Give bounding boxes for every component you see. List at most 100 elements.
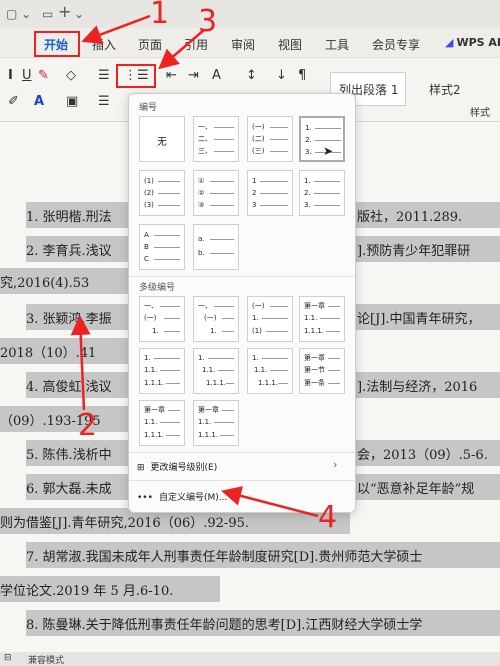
bullet-list-icon[interactable]: ☰ <box>98 68 110 83</box>
multilevel-paren[interactable]: (一) 1. (1) <box>247 296 293 342</box>
cell-line <box>160 370 180 371</box>
indent-increase-icon[interactable]: ⇥ <box>188 68 199 83</box>
doc-tail-6: ].法制与经济，2016 <box>357 380 478 395</box>
annotation-box-home <box>34 31 80 57</box>
cell-line <box>210 239 234 240</box>
divider <box>129 276 355 277</box>
cell-row: 第一章 <box>198 406 219 414</box>
numbering-arabic-dot[interactable]: 1. 2. 3. ➤ <box>299 116 345 162</box>
cell-row: 三、 <box>198 147 212 155</box>
numbering-upper-alpha[interactable]: A B C <box>139 224 185 270</box>
cell-row: 第一节 <box>304 366 325 374</box>
char-shading-icon[interactable]: ▣ <box>66 94 78 109</box>
tab-review[interactable]: 审阅 <box>231 36 255 53</box>
numbering-arabic-plain[interactable]: 1 2 3 <box>247 170 293 216</box>
multilevel-chapter-decimal[interactable]: 第一章 1.1. 1.1.1. <box>139 400 185 446</box>
cell-line <box>262 318 288 319</box>
cell-line <box>158 193 180 194</box>
style-2-label: 样式2 <box>429 82 461 97</box>
custom-numbering-label: 自定义编号(M)... <box>158 493 228 503</box>
indent-decrease-icon[interactable]: ⇤ <box>166 68 177 83</box>
cell-row: (一) <box>204 314 217 322</box>
numbering-arabic-comma[interactable]: 1. 2. 3. <box>299 170 345 216</box>
cell-line <box>154 247 180 248</box>
cell-row: 第一章 <box>304 354 325 362</box>
multilevel-chapter-section[interactable]: 第一章 第一节 第一条 <box>299 348 345 394</box>
cell-line <box>328 383 340 384</box>
numbering-none[interactable]: 无 <box>139 116 185 162</box>
doc-line-12: 学位论文.2019 年 5 月.6-10. <box>0 584 174 599</box>
title-bar: ▢ ⌄ ▭ + ⌄ <box>0 0 500 28</box>
underline-icon[interactable]: U <box>22 68 32 83</box>
doc-line-10: 则为借鉴[J].青年研究,2016（06）.92-95. <box>0 516 249 531</box>
tab-member[interactable]: 会员专享 <box>372 36 420 53</box>
text-direction-icon[interactable]: A <box>212 68 221 83</box>
numbering-circled[interactable]: ① ② ③ <box>193 170 239 216</box>
align-left-icon[interactable]: ☰ <box>98 94 110 109</box>
doc-tab-icon[interactable]: ▭ <box>42 7 53 21</box>
new-tab-icon[interactable]: + <box>58 2 71 21</box>
cell-line <box>210 181 234 182</box>
cell-line <box>158 205 180 206</box>
numbering-paren-chinese[interactable]: (一) (二) (三) <box>247 116 293 162</box>
cell-line <box>220 435 234 436</box>
cell-line <box>210 205 234 206</box>
cell-row: 1. <box>210 327 217 335</box>
paragraph-mark-icon[interactable]: ¶ <box>298 68 306 83</box>
custom-numbering-menu-item[interactable]: ••• 自定义编号(M)... <box>137 490 227 503</box>
window-icon[interactable]: ▢ ⌄ <box>6 7 31 21</box>
cell-row: ③ <box>198 201 205 209</box>
doc-line-1: 1. 张明楷.刑法 <box>26 210 112 225</box>
doc-line-8: 5. 陈伟.浅析中 <box>26 448 112 463</box>
doc-line-9: 6. 郭大磊.未成 <box>26 482 112 497</box>
multilevel-decimal-deep[interactable]: 1. 1.1. 1.1.1. <box>247 348 293 394</box>
chevron-down-icon[interactable]: ⌄ <box>74 7 84 21</box>
highlight-icon[interactable]: ✎ <box>38 68 49 83</box>
cell-row: (二) <box>252 135 265 143</box>
cell-row: 一、 <box>198 302 212 310</box>
cell-row: 2. <box>304 189 311 197</box>
chevron-right-icon: › <box>333 458 338 471</box>
italic-icon[interactable]: I <box>8 68 13 83</box>
numbering-paren-arabic[interactable]: (1) (2) (3) <box>139 170 185 216</box>
paint-icon[interactable]: ✐ <box>8 94 19 109</box>
cell-line <box>218 370 234 371</box>
cell-line <box>166 435 180 436</box>
tab-view[interactable]: 视图 <box>278 36 302 53</box>
eraser-icon[interactable]: ◇ <box>66 68 76 83</box>
style-2[interactable]: 样式2 <box>420 72 500 106</box>
multilevel-decimal[interactable]: 1. 1.1. 1.1.1. <box>139 348 185 394</box>
wps-ai-button[interactable]: ◢ WPS AI <box>445 36 500 49</box>
tab-tools[interactable]: 工具 <box>325 36 349 53</box>
cell-row: 1.1. <box>144 366 158 374</box>
sort-icon[interactable]: ↓ <box>276 68 287 83</box>
multilevel-chinese-heading[interactable]: 一、 (一) 1. <box>139 296 185 342</box>
multilevel-decimal-indent[interactable]: 1. 1.1. 1.1.1. <box>193 348 239 394</box>
cell-line <box>222 410 234 411</box>
cell-row: 2. <box>305 136 312 144</box>
line-spacing-icon[interactable]: ↕ <box>246 68 257 83</box>
cell-row: 1. <box>252 354 259 362</box>
multilevel-chapter-decimal-2[interactable]: 第一章 1.1. 1.1.1. <box>193 400 239 446</box>
cell-line <box>214 306 234 307</box>
multilevel-chapter[interactable]: 第一章 1.1. 1.1.1. <box>299 296 345 342</box>
annotation-number-2: 2 <box>78 408 98 443</box>
cell-line <box>326 331 340 332</box>
font-color-icon[interactable]: A <box>34 94 44 109</box>
tab-page[interactable]: 页面 <box>138 36 162 53</box>
cell-line <box>154 259 180 260</box>
cell-line <box>260 205 288 206</box>
divider <box>129 452 355 453</box>
doc-line-11: 7. 胡常淑.我国未成年人刑事责任年龄制度研究[D].贵州师范大学硕士 <box>26 550 423 565</box>
wps-ai-icon: ◢ <box>445 36 454 49</box>
change-level-menu-item[interactable]: ⊞ 更改编号级别(E) <box>137 460 217 473</box>
cell-line <box>320 318 340 319</box>
numbering-chinese[interactable]: 一、 二、 三、 <box>193 116 239 162</box>
cell-line <box>314 205 340 206</box>
cell-row: 1. <box>144 354 151 362</box>
cell-row: 第一条 <box>304 379 325 387</box>
numbering-lower-alpha[interactable]: a. b. <box>193 224 239 270</box>
cell-line <box>266 331 288 332</box>
multilevel-chinese-lines[interactable]: 一、 (一) 1. <box>193 296 239 342</box>
tab-insert[interactable]: 插入 <box>92 36 116 53</box>
